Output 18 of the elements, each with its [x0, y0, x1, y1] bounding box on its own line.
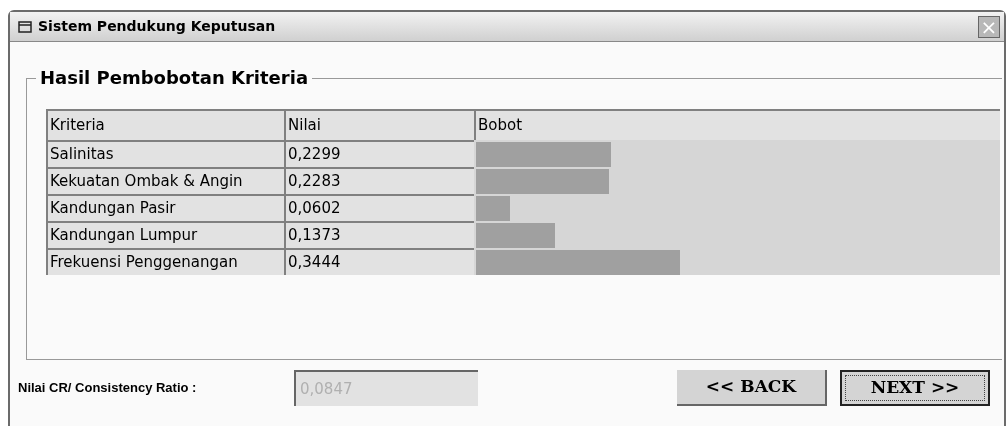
nav-button[interactable]: NEXT >>: [840, 370, 990, 406]
table-cell: Kandungan Pasir: [46, 194, 284, 221]
table-cell: Salinitas: [46, 140, 284, 167]
column-header: Nilai: [284, 109, 474, 140]
table-cell: 0,2299: [284, 140, 474, 167]
table-cell: Kandungan Lumpur: [46, 221, 284, 248]
table-cell: 0,3444: [284, 248, 474, 275]
table-cell: Kekuatan Ombak & Angin: [46, 167, 284, 194]
nav-button[interactable]: << BACK: [677, 370, 827, 406]
table-cell: 0,0602: [284, 194, 474, 221]
column-header: Bobot: [474, 109, 1000, 140]
table-cell: Frekuensi Penggenangan: [46, 248, 284, 275]
table-cell: 0,1373: [284, 221, 474, 248]
table-cell: 0,2283: [284, 167, 474, 194]
window-title: Sistem Pendukung Keputusan: [38, 17, 276, 36]
cr-label: Nilai CR/ Consistency Ratio :: [18, 379, 198, 398]
column-header: Kriteria: [46, 109, 284, 140]
window-icon: [18, 20, 32, 33]
